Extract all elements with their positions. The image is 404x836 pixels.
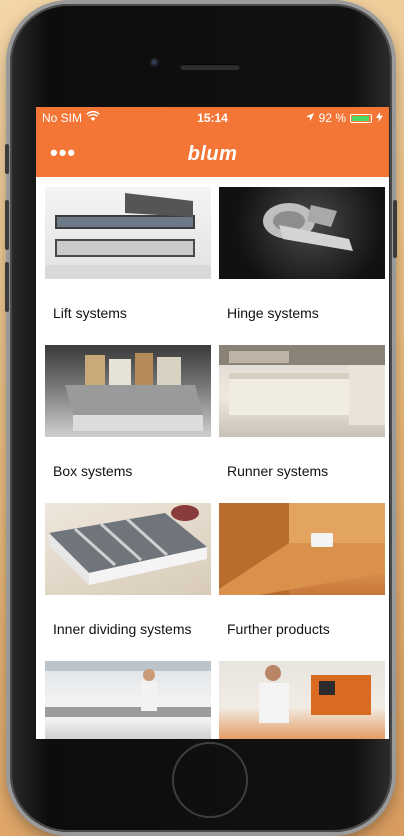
tile-workshop[interactable] xyxy=(219,661,385,739)
wifi-icon xyxy=(86,110,100,125)
runner-systems-image xyxy=(219,345,385,437)
tile-label: Box systems xyxy=(53,463,133,479)
power-button xyxy=(393,200,397,258)
location-arrow-icon xyxy=(305,111,315,125)
home-button[interactable] xyxy=(172,742,248,818)
tile-label: Runner systems xyxy=(227,463,329,479)
kitchen-image xyxy=(45,661,211,739)
workshop-image xyxy=(219,661,385,739)
inner-dividing-systems-image xyxy=(45,503,211,595)
tile-lift-systems[interactable]: Lift systems xyxy=(45,187,211,345)
tile-hinge-systems[interactable]: Hinge systems xyxy=(219,187,385,345)
tile-label: Lift systems xyxy=(53,305,127,321)
box-systems-image xyxy=(45,345,211,437)
status-bar: No SIM 15:14 92 % xyxy=(36,107,389,129)
further-products-image xyxy=(219,503,385,595)
product-grid: Lift systems Hinge systems Box systems R… xyxy=(45,187,385,739)
tile-kitchen[interactable] xyxy=(45,661,211,739)
tile-further-products[interactable]: Further products xyxy=(219,503,385,661)
volume-up-button xyxy=(5,200,9,250)
tile-label: Inner dividing systems xyxy=(53,621,192,637)
battery-level xyxy=(352,115,369,121)
lift-systems-image xyxy=(45,187,211,279)
battery-icon xyxy=(350,113,372,123)
carrier-label: No SIM xyxy=(42,111,83,125)
app-header: ••• blum xyxy=(36,129,389,177)
status-time: 15:14 xyxy=(197,111,228,125)
earpiece-speaker xyxy=(180,64,240,70)
volume-down-button xyxy=(5,262,9,312)
mute-switch xyxy=(5,144,9,174)
charging-bolt-icon xyxy=(376,111,383,125)
app-screen: No SIM 15:14 92 % ••• blum Lift systems … xyxy=(36,107,389,739)
tile-box-systems[interactable]: Box systems xyxy=(45,345,211,503)
hinge-systems-image xyxy=(219,187,385,279)
battery-percent: 92 % xyxy=(318,111,346,125)
blum-logo: blum xyxy=(187,143,238,165)
front-camera xyxy=(150,58,160,68)
tile-runner-systems[interactable]: Runner systems xyxy=(219,345,385,503)
tile-label: Hinge systems xyxy=(227,305,319,321)
tile-inner-dividing-systems[interactable]: Inner dividing systems xyxy=(45,503,211,661)
tile-label: Further products xyxy=(227,621,330,637)
